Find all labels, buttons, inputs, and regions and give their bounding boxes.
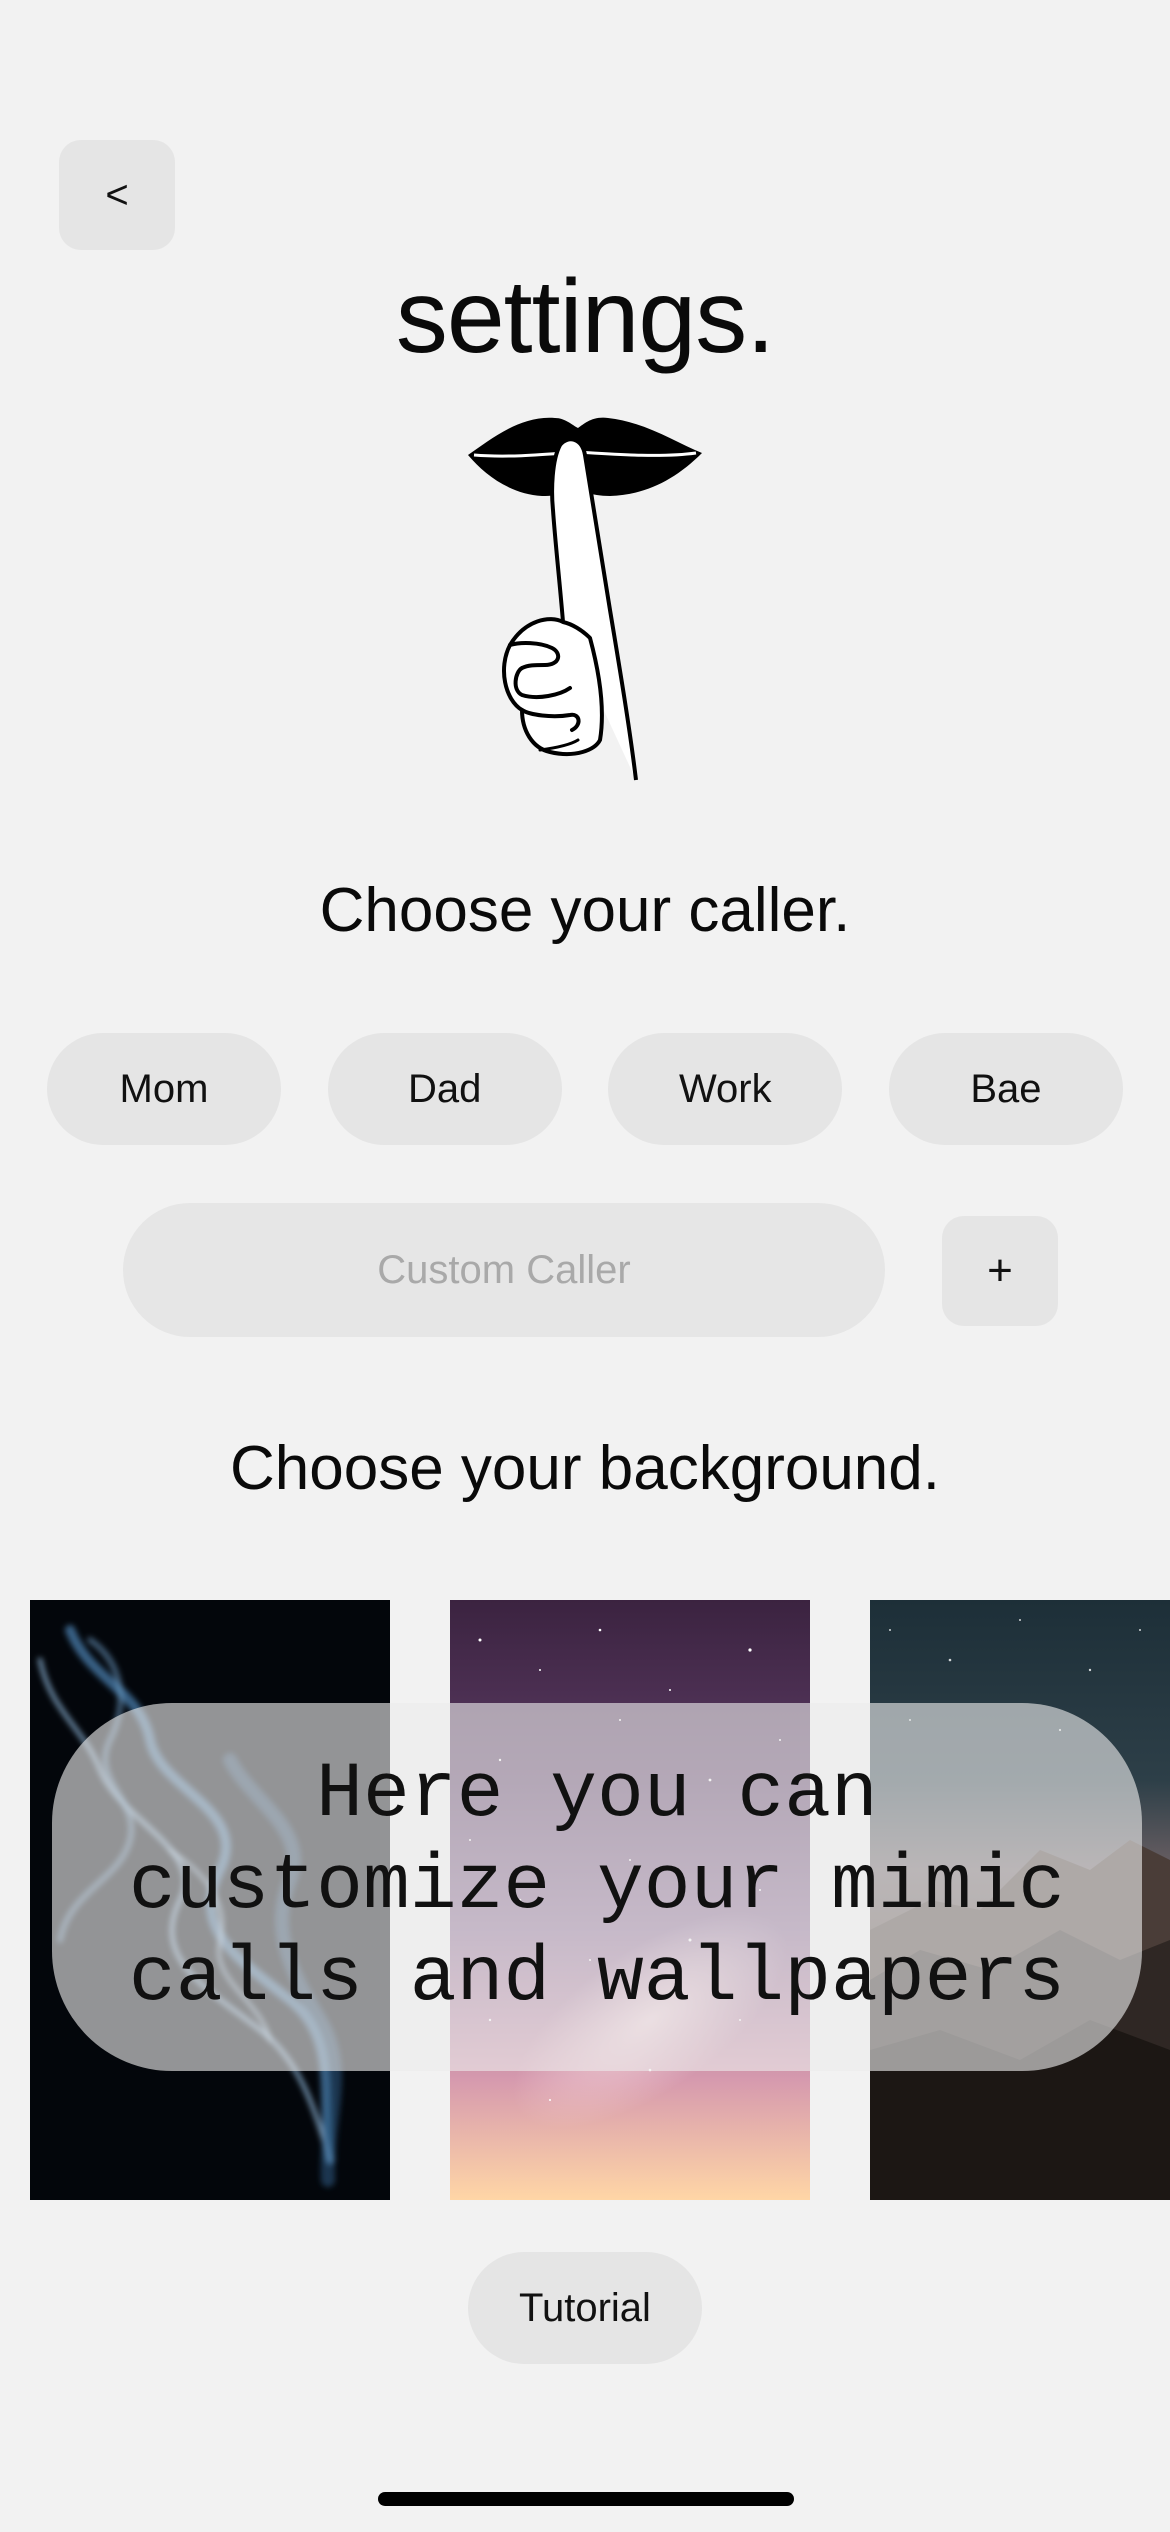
home-indicator[interactable] [378, 2492, 794, 2506]
settings-screen: < settings. Choose your caller. Mom Dad … [0, 0, 1170, 2532]
back-label: < [105, 172, 129, 217]
caller-option-bae[interactable]: Bae [888, 1033, 1123, 1145]
tooltip-text: Here you can customize your mimic calls … [128, 1751, 1066, 2023]
caller-heading: Choose your caller. [319, 876, 851, 945]
plus-icon: + [987, 1246, 1013, 1295]
caller-option-work[interactable]: Work [608, 1033, 843, 1145]
tutorial-tooltip: Here you can customize your mimic calls … [52, 1703, 1142, 2071]
add-caller-button[interactable]: + [942, 1216, 1058, 1326]
background-heading: Choose your background. [229, 1434, 940, 1503]
shush-lips-finger-icon [468, 417, 702, 781]
back-button[interactable]: < [59, 140, 175, 250]
caller-options: Mom Dad Work Bae [47, 1033, 1123, 1145]
caller-option-dad[interactable]: Dad [327, 1033, 562, 1145]
page-title: settings. [395, 259, 775, 375]
custom-caller-input[interactable] [123, 1203, 885, 1337]
caller-option-mom[interactable]: Mom [47, 1033, 281, 1145]
tutorial-button[interactable]: Tutorial [468, 2252, 702, 2364]
